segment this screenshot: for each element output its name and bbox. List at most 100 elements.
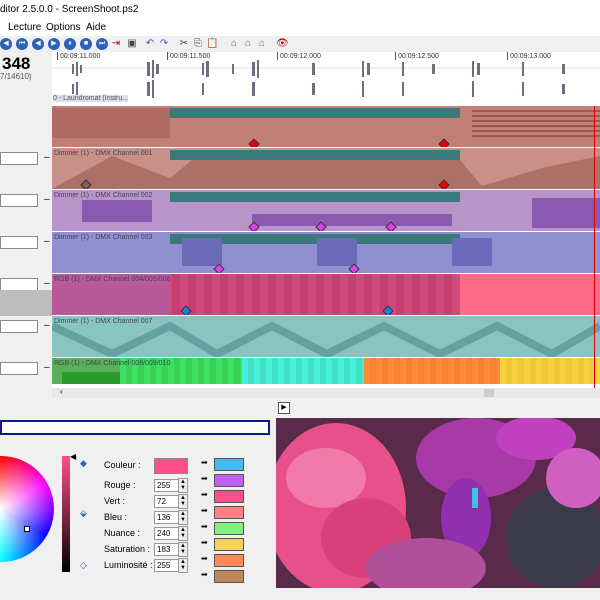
green-value[interactable]: 72 [154,495,180,508]
keyframe[interactable] [382,305,394,315]
play-button[interactable]: ▶ [48,38,60,50]
color-label: Couleur : [104,460,141,470]
track-row[interactable]: Dimmer (1) - DMX Channel 007 [52,316,600,358]
apply-swatch-icon[interactable]: ➡ [201,506,208,515]
tool-a-icon[interactable]: ⌂ [228,38,240,50]
color-preview-bar [0,420,270,435]
menu-options[interactable]: Options [46,22,80,33]
stop-button[interactable]: ■ [80,38,92,50]
keyframe[interactable] [248,138,260,147]
apply-swatch-icon[interactable]: ➡ [201,474,208,483]
next-button[interactable]: ⏭ [96,38,108,50]
track-row[interactable]: RGB (1) - DMX Channel 004/005/006 [52,274,600,316]
step-back-button[interactable]: ◀ [32,38,44,50]
video-preview-image [276,418,600,588]
view-icon[interactable]: 👁 [276,38,289,50]
track-name-field[interactable] [0,362,38,375]
tool-b-icon[interactable]: ⌂ [242,38,254,50]
collapse-icon[interactable]: – [44,362,50,373]
apply-swatch-icon[interactable]: ➡ [201,458,208,467]
box-icon[interactable]: ▣ [126,38,138,50]
palette-swatch[interactable] [214,522,244,535]
track-name-field[interactable] [0,152,38,165]
current-color-swatch[interactable] [154,458,188,474]
palette-swatch[interactable] [214,458,244,471]
horizontal-scrollbar[interactable]: ‹ [52,387,600,398]
luminosity-spinner[interactable]: ▲ ▼ [178,558,188,573]
palette-swatch[interactable] [214,570,244,583]
selected-track-label[interactable] [0,290,52,316]
title-bar: ditor 2.5.0.0 - ScreenShoot.ps2 [0,0,600,20]
red-value[interactable]: 255 [154,479,180,492]
tool-c-icon[interactable]: ⌂ [256,38,268,50]
copy-icon[interactable]: ⎘ [192,38,204,50]
undo-icon[interactable]: ↶ [144,38,156,50]
luminosity-value[interactable]: 255 [154,559,180,572]
cut-icon[interactable]: ✂ [178,38,190,50]
palette-swatch[interactable] [214,490,244,503]
keyframe[interactable] [438,138,450,147]
scroll-left-icon[interactable]: ‹ [60,387,63,396]
apply-swatch-icon[interactable]: ➡ [201,490,208,499]
scrollbar-thumb[interactable] [484,389,494,397]
red-spinner[interactable]: ▲ ▼ [178,478,188,493]
slider-arrow-icon[interactable]: ◀ [70,452,76,461]
menu-lecture[interactable]: Lecture [8,22,41,33]
collapse-icon[interactable]: – [44,320,50,331]
track-row[interactable]: Dimmer (1) - DMX Channel 002 [52,190,600,232]
track-label: Dimmer (1) - DMX Channel 007 [54,318,153,325]
apply-swatch-icon[interactable]: ➡ [201,570,208,579]
collapse-icon[interactable]: – [44,278,50,289]
green-spinner[interactable]: ▲ ▼ [178,494,188,509]
collapse-icon[interactable]: – [44,236,50,247]
audio-waveform[interactable]: 00:09:11.000 00:09:11.500 00:09:12.000 0… [52,52,600,106]
keyframe[interactable] [180,305,192,315]
wheel-cursor[interactable] [24,526,30,532]
apply-swatch-icon[interactable]: ➡ [201,538,208,547]
luminosity-label: Luminosité : [104,560,153,570]
track-row[interactable]: RGB (1) - DMX Channel 008/009/010 [52,358,600,388]
green-label: Vert : [104,496,126,506]
palette-swatch[interactable] [214,538,244,551]
track-label: RGB (1) - DMX Channel 008/009/010 [54,360,171,367]
track-name-field[interactable] [0,320,38,333]
hue-value[interactable]: 240 [154,527,180,540]
luminosity-slider[interactable] [62,456,70,572]
track-row[interactable] [52,106,600,148]
menu-bar: Lecture Options Aide [0,20,600,36]
saturation-spinner[interactable]: ▲ ▼ [178,542,188,557]
blue-label: Bleu : [104,512,128,522]
playhead[interactable] [594,106,595,388]
paste-icon[interactable]: 📋 [206,38,218,50]
blue-value[interactable]: 136 [154,511,180,524]
palette-swatch[interactable] [214,554,244,567]
saturation-value[interactable]: 183 [154,543,180,556]
palette-swatch[interactable] [214,506,244,519]
pause-button[interactable]: ⏸ [64,38,76,50]
collapse-icon[interactable]: – [44,152,50,163]
hue-spinner[interactable]: ▲ ▼ [178,526,188,541]
track-row[interactable]: Dimmer (1) - DMX Channel 001 [52,148,600,190]
previous-button[interactable]: ⏮ [16,38,28,50]
track-label: Dimmer (1) - DMX Channel 002 [54,192,153,199]
rewind-button[interactable]: ◀ [0,38,12,50]
diamond-icon: ◆ [80,458,87,468]
color-wheel[interactable] [0,456,54,574]
track-row[interactable]: Dimmer (1) - DMX Channel 003 [52,232,600,274]
apply-swatch-icon[interactable]: ➡ [201,522,208,531]
current-time: 348 [2,54,31,73]
apply-swatch-icon[interactable]: ➡ [201,554,208,563]
menu-aide[interactable]: Aide [86,22,106,33]
video-preview-panel: ▶ [276,400,600,600]
saturation-label: Saturation : [104,544,151,554]
collapse-icon[interactable]: – [44,194,50,205]
redo-icon[interactable]: ↷ [158,38,170,50]
video-play-icon[interactable]: ▶ [278,402,290,414]
tracks-area[interactable]: Dimmer (1) - DMX Channel 001 Dimmer (1) … [52,106,600,388]
marker-icon[interactable]: ⇥ [110,38,122,50]
palette-swatch[interactable] [214,474,244,487]
diamond-outline-icon: ◇ [80,560,87,570]
track-name-field[interactable] [0,194,38,207]
track-name-field[interactable] [0,236,38,249]
blue-spinner[interactable]: ▲ ▼ [178,510,188,525]
